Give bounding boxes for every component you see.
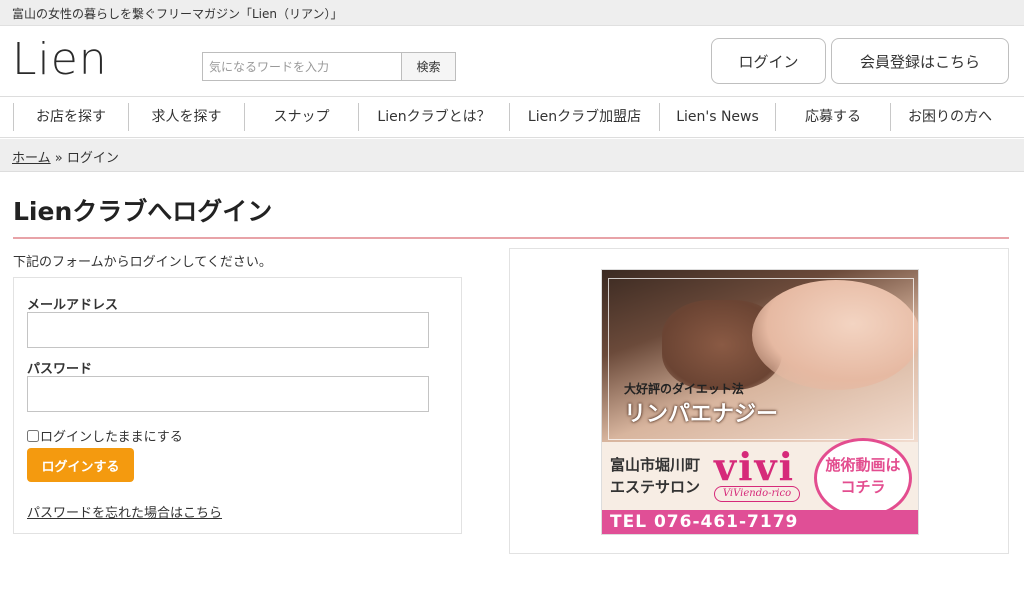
password-label: パスワード	[27, 362, 93, 377]
main-nav: お店を探す 求人を探す スナップ Lienクラブとは？ Lienクラブ加盟店 L…	[0, 96, 1024, 138]
breadcrumb-bar: ホーム » ログイン	[0, 139, 1024, 172]
nav-item-find-shops[interactable]: お店を探す	[13, 103, 128, 131]
search-input[interactable]	[202, 52, 402, 81]
intro-text: 下記のフォームからログインしてください。	[13, 255, 272, 270]
nav-item-help[interactable]: お困りの方へ	[890, 103, 1009, 131]
nav-item-news[interactable]: Lien's News	[659, 103, 775, 131]
tagline-bar: 富山の女性の暮らしを繋ぐフリーマガジン「Lien（リアン）」	[0, 0, 1024, 26]
nav-item-member-shops[interactable]: Lienクラブ加盟店	[509, 103, 659, 131]
ad-banner[interactable]: 大好評のダイエット法 リンパエナジー 富山市堀川町 エステサロン vivi Vi…	[601, 269, 919, 535]
search-bar: 検索	[202, 52, 456, 81]
ad-subtitle: 大好評のダイエット法	[624, 382, 744, 396]
login-submit-button[interactable]: ログインする	[27, 448, 134, 482]
site-tagline: 富山の女性の暮らしを繋ぐフリーマガジン「Lien（リアン）」	[12, 7, 343, 21]
breadcrumb-home-link[interactable]: ホーム	[12, 151, 51, 166]
ad-location: 富山市堀川町 エステサロン	[610, 456, 701, 496]
breadcrumb-separator: »	[54, 151, 63, 166]
nav-item-find-jobs[interactable]: 求人を探す	[128, 103, 244, 131]
email-field[interactable]	[27, 312, 429, 348]
remember-me-label: ログインしたままにする	[40, 430, 183, 445]
forgot-password-link[interactable]: パスワードを忘れた場合はこちら	[27, 502, 222, 521]
ad-container: 大好評のダイエット法 リンパエナジー 富山市堀川町 エステサロン vivi Vi…	[509, 248, 1009, 554]
ad-headline: リンパエナジー	[624, 401, 779, 427]
title-divider	[13, 237, 1009, 239]
header-register-button[interactable]: 会員登録はこちら	[831, 38, 1009, 84]
ad-phone-number: TEL 076-461-7179	[610, 512, 799, 532]
nav-item-snap[interactable]: スナップ	[244, 103, 358, 131]
password-field[interactable]	[27, 376, 429, 412]
page-title: Lienクラブへログイン	[13, 197, 273, 226]
login-form: メールアドレス パスワード ログインしたままにする ログインする パスワードを忘…	[13, 277, 462, 534]
nav-item-about-club[interactable]: Lienクラブとは？	[358, 103, 509, 131]
nav-item-apply[interactable]: 応募する	[775, 103, 890, 131]
ad-phone-bar: TEL 076-461-7179	[602, 510, 918, 534]
email-label: メールアドレス	[27, 298, 119, 313]
ad-brand-logo: vivi	[714, 444, 796, 489]
breadcrumb: ホーム » ログイン	[12, 147, 119, 166]
search-button[interactable]: 検索	[402, 52, 456, 81]
remember-me[interactable]: ログインしたままにする	[27, 426, 183, 445]
header-login-button[interactable]: ログイン	[711, 38, 826, 84]
ad-brand-subtitle: ViViendo-rico	[714, 486, 800, 502]
remember-me-checkbox[interactable]	[27, 429, 39, 442]
breadcrumb-current: ログイン	[66, 151, 119, 166]
ad-video-cta[interactable]: 施術動画は コチラ	[810, 438, 916, 518]
site-logo[interactable]: Lien	[12, 32, 108, 88]
